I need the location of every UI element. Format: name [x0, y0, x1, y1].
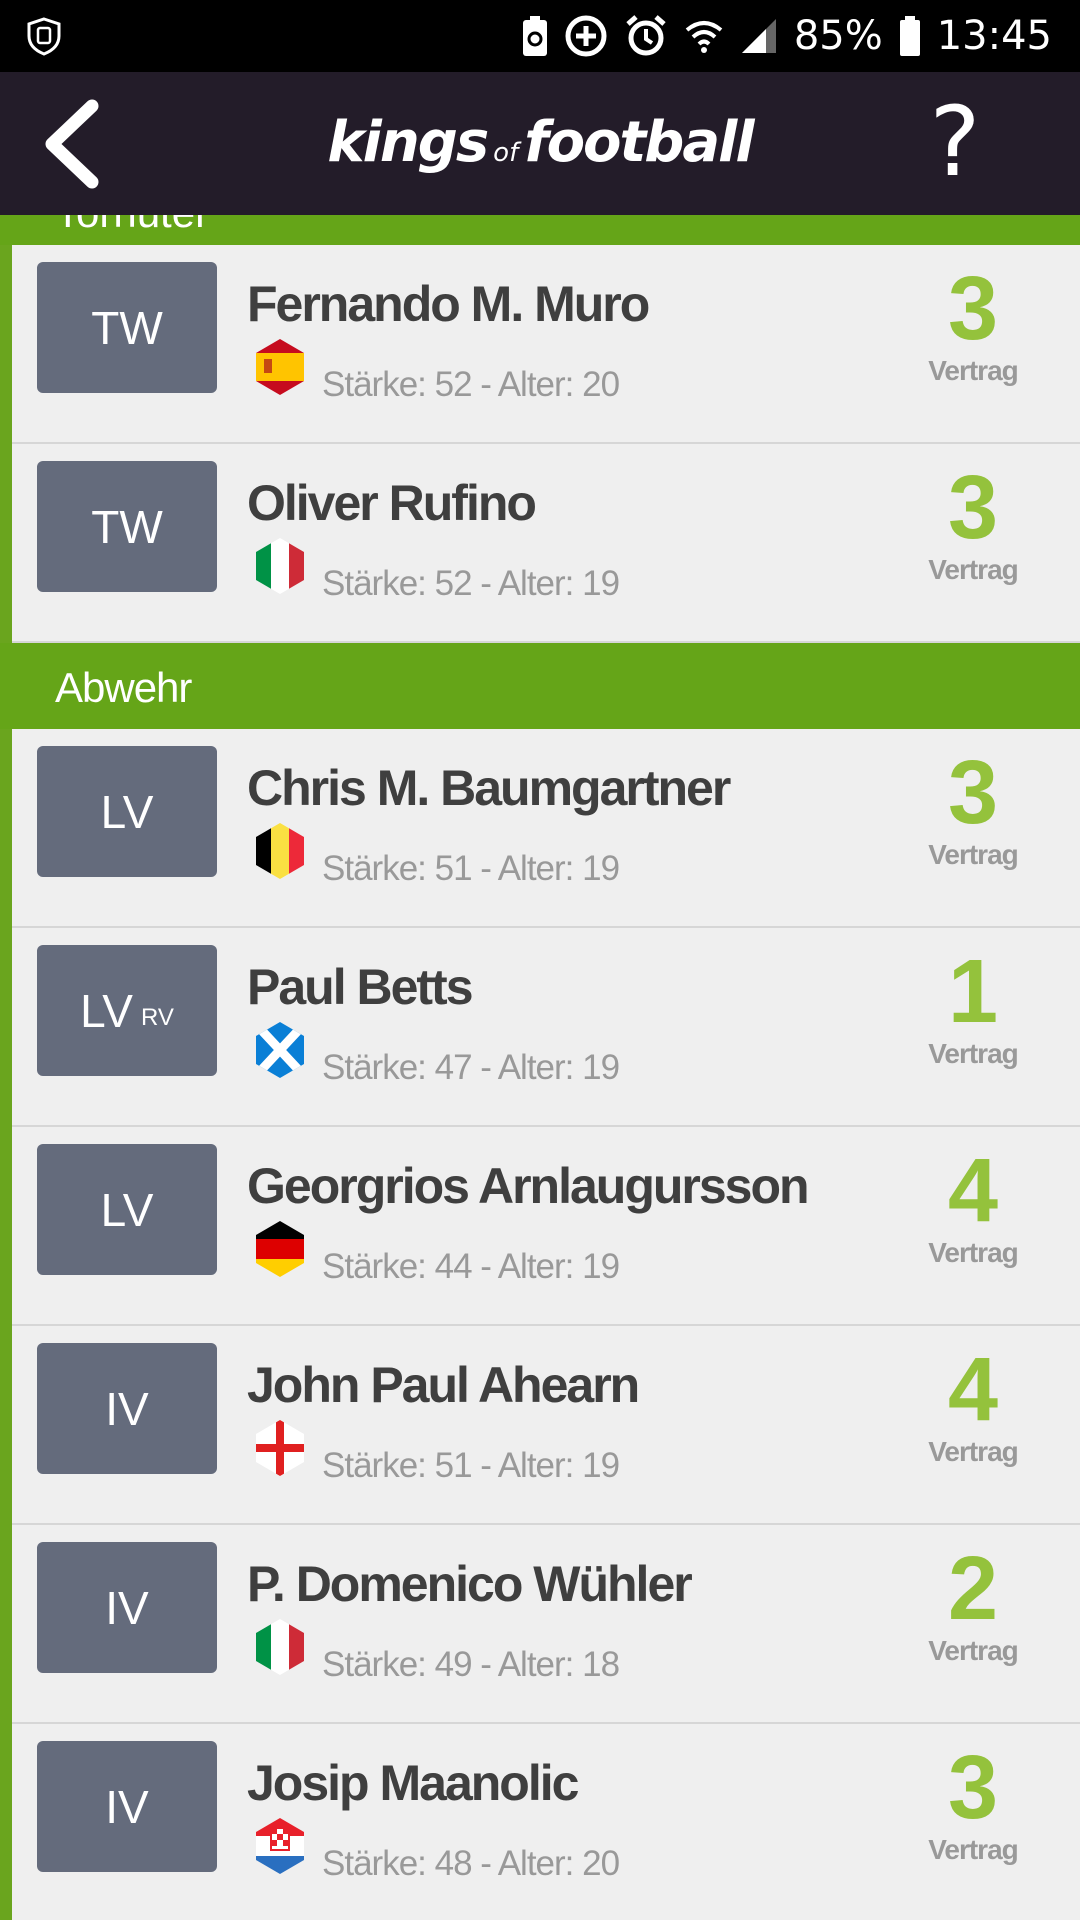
position-label: LV: [100, 1183, 154, 1236]
flag-icon: [252, 1020, 308, 1080]
player-name: Fernando M. Muro: [247, 276, 650, 332]
battery-icon: [899, 15, 921, 57]
contract-years: 3: [947, 458, 999, 558]
position-badge: IV: [37, 1542, 217, 1673]
alarm-icon: [624, 14, 668, 58]
position-badge: IV: [37, 1741, 217, 1872]
contract-years: 3: [947, 1738, 999, 1838]
position-label: IV: [105, 1780, 149, 1833]
contract-years: 2: [947, 1539, 999, 1639]
logo-football: football: [524, 110, 754, 175]
position-label: TW: [91, 301, 163, 354]
player-stats: Stärke: 47 - Alter: 19: [322, 1048, 620, 1087]
contract-label: Vertrag: [928, 839, 1019, 870]
position-badge: LV: [37, 1144, 217, 1275]
flag-icon: [252, 821, 308, 881]
player-name: John Paul Ahearn: [247, 1357, 640, 1413]
contract-label: Vertrag: [928, 1635, 1019, 1666]
player-row[interactable]: LV RV Paul Betts Stärke: 47 - Alter: 19 1 Ver…: [12, 928, 1080, 1127]
contract-years: 1: [947, 942, 999, 1042]
player-name: Oliver Rufino: [247, 475, 537, 531]
player-row[interactable]: LV Georgrios Arnlaugursson Stärke: 44 - Al…: [12, 1127, 1080, 1326]
wifi-icon: [684, 16, 724, 56]
position-badge: TW: [37, 262, 217, 393]
contract-label: Vertrag: [928, 355, 1019, 386]
help-button[interactable]: ?: [920, 92, 990, 192]
position-badge: IV: [37, 1343, 217, 1474]
contract-label: Vertrag: [928, 554, 1019, 585]
app-header: kings of football ?: [0, 72, 1080, 215]
shield-icon: [24, 16, 64, 61]
position-badge: LV RV: [37, 945, 217, 1076]
data-saver-icon: [564, 14, 608, 58]
player-row[interactable]: TW Oliver Rufino Stärke: 52 - Alter: 19 3 Ve…: [12, 444, 1080, 643]
contract-years: 4: [947, 1141, 999, 1241]
flag-icon: [252, 1219, 308, 1279]
section-title: Torhüter: [55, 215, 209, 237]
player-stats: Stärke: 52 - Alter: 19: [322, 564, 620, 603]
app-logo: kings of football: [0, 110, 1080, 175]
player-row[interactable]: LV Chris M. Baumgartner Stärke: 51 - Alter…: [12, 729, 1080, 928]
player-name: Chris M. Baumgartner: [247, 760, 731, 816]
player-stats: Stärke: 51 - Alter: 19: [322, 849, 620, 888]
player-name: Josip Maanolic: [247, 1755, 579, 1811]
signal-icon: [740, 17, 778, 55]
player-name: Georgrios Arnlaugursson: [247, 1158, 810, 1214]
clock: 13:45: [936, 13, 1052, 59]
position-label: LV: [80, 984, 133, 1037]
logo-of: of: [493, 138, 519, 168]
flag-icon: [252, 536, 308, 596]
battery-percentage: 85%: [793, 13, 883, 59]
player-list[interactable]: Torhüter TW Fernando M. Muro Stärke: 52 - A…: [0, 215, 1080, 1920]
secondary-position-label: RV: [140, 1003, 174, 1031]
position-badge: LV: [37, 746, 217, 877]
position-label: LV: [100, 785, 154, 838]
position-label: TW: [91, 500, 163, 553]
contract-years: 3: [947, 743, 999, 843]
player-row[interactable]: IV P. Domenico Wühler Stärke: 49 - Alter: …: [12, 1525, 1080, 1724]
position-label: IV: [105, 1382, 149, 1435]
player-stats: Stärke: 49 - Alter: 18: [322, 1645, 620, 1684]
flag-icon: [252, 1816, 308, 1876]
flag-icon: [252, 1418, 308, 1478]
logo-kings: kings: [327, 110, 489, 175]
contract-years: 4: [947, 1340, 999, 1440]
section-header: Abwehr: [0, 643, 1080, 729]
contract-label: Vertrag: [928, 1237, 1019, 1268]
battery-saver-icon: [522, 15, 548, 57]
flag-icon: [252, 1617, 308, 1677]
contract-years: 3: [947, 259, 999, 359]
status-bar: 85% 13:45: [0, 0, 1080, 72]
player-stats: Stärke: 52 - Alter: 20: [322, 365, 620, 404]
position-badge: TW: [37, 461, 217, 592]
section-header: Torhüter: [0, 215, 1080, 245]
player-row[interactable]: TW Fernando M. Muro Stärke: 52 - Alter: 20…: [12, 245, 1080, 444]
player-stats: Stärke: 51 - Alter: 19: [322, 1446, 620, 1485]
player-stats: Stärke: 48 - Alter: 20: [322, 1844, 620, 1883]
player-name: Paul Betts: [247, 959, 474, 1015]
position-label: IV: [105, 1581, 149, 1634]
player-row[interactable]: IV John Paul Ahearn Stärke: 51 - Alter: 19…: [12, 1326, 1080, 1525]
flag-icon: [252, 337, 308, 397]
contract-label: Vertrag: [928, 1436, 1019, 1467]
player-row[interactable]: IV Josip Maanolic Stärke: 48 - Alter: 20 3 V…: [12, 1724, 1080, 1920]
contract-label: Vertrag: [928, 1038, 1019, 1069]
contract-label: Vertrag: [928, 1834, 1019, 1865]
player-name: P. Domenico Wühler: [247, 1556, 693, 1612]
player-stats: Stärke: 44 - Alter: 19: [322, 1247, 620, 1286]
